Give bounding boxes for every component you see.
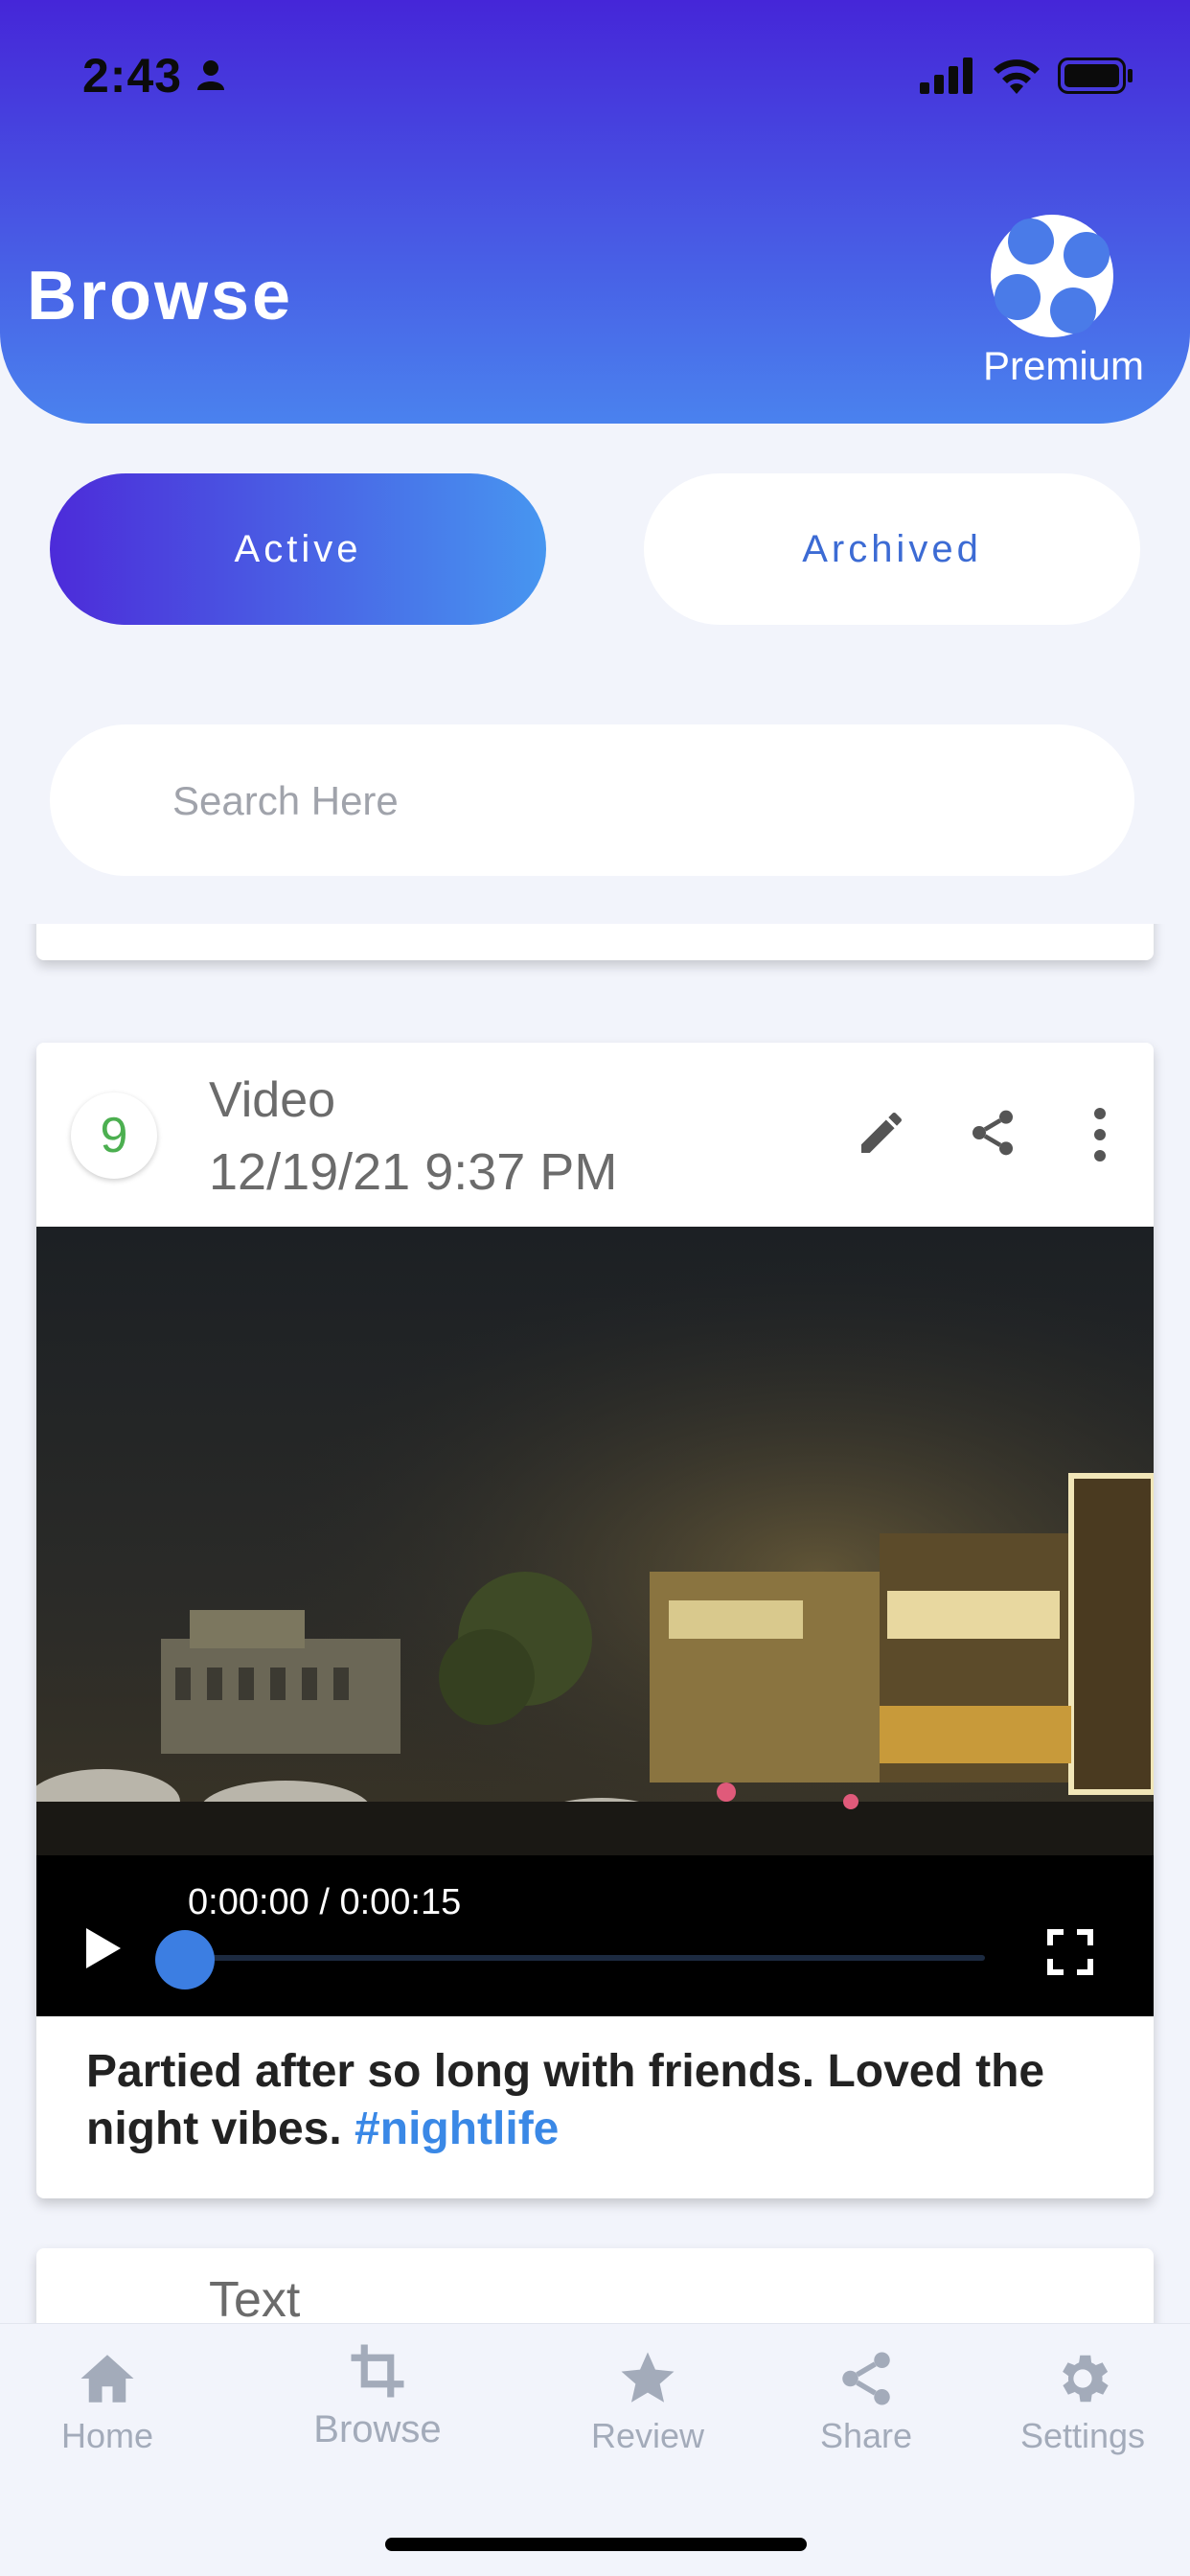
wifi-icon xyxy=(994,59,1040,94)
entry-card-previous[interactable] xyxy=(36,924,1154,960)
tab-share[interactable]: Share xyxy=(761,2347,972,2456)
page-title: Browse xyxy=(27,258,294,334)
battery-icon xyxy=(1058,58,1133,94)
tab-review-label: Review xyxy=(590,2416,705,2455)
star-icon xyxy=(621,2352,675,2403)
signal-icon xyxy=(920,58,973,94)
home-icon xyxy=(80,2355,134,2403)
tab-browse[interactable]: Browse xyxy=(272,2339,483,2451)
video-player[interactable]: 0:00:00 / 0:00:15 xyxy=(36,1227,1154,2016)
entry-feed[interactable]: 9 Video 12/19/21 9:37 PM 0:00:00 / 0:00:… xyxy=(0,924,1190,2323)
tab-home-label: Home xyxy=(60,2416,154,2455)
video-controls: 0:00:00 / 0:00:15 xyxy=(36,1855,1154,2016)
video-time-readout: 0:00:00 / 0:00:15 xyxy=(188,1882,462,1922)
crop-icon xyxy=(351,2344,404,2398)
seek-handle[interactable] xyxy=(155,1930,215,1990)
search-input[interactable] xyxy=(172,772,1035,830)
entry-number-badge: 9 xyxy=(71,1092,157,1179)
tab-review[interactable]: Review xyxy=(542,2347,753,2456)
person-icon xyxy=(197,60,224,90)
more-vertical-icon[interactable] xyxy=(1087,1106,1113,1163)
edit-icon[interactable] xyxy=(855,1106,908,1160)
play-icon[interactable] xyxy=(82,1924,125,1972)
tab-archived[interactable]: Archived xyxy=(644,473,1140,625)
share-icon[interactable] xyxy=(966,1106,1019,1160)
entry-caption: Partied after so long with friends. Love… xyxy=(86,2043,1111,2158)
gear-icon xyxy=(1063,2355,1109,2403)
entry-type: Video xyxy=(209,1072,336,1128)
share-icon xyxy=(842,2352,890,2405)
tab-home[interactable]: Home xyxy=(2,2347,213,2456)
tab-settings[interactable]: Settings xyxy=(977,2347,1188,2456)
hashtag-link[interactable]: #nightlife xyxy=(355,2104,559,2154)
premium-label[interactable]: Premium xyxy=(983,343,1144,389)
tab-settings-label: Settings xyxy=(1019,2416,1146,2455)
tab-browse-label: Browse xyxy=(313,2408,442,2450)
seek-track[interactable] xyxy=(180,1955,985,1961)
app-logo-icon xyxy=(991,215,1113,337)
entry-type: Text xyxy=(209,2272,301,2323)
home-indicator xyxy=(385,2538,807,2551)
caption-text: Partied after so long with friends. Love… xyxy=(86,2046,1045,2154)
entry-card[interactable]: 9 Video 12/19/21 9:37 PM 0:00:00 / 0:00:… xyxy=(36,1043,1154,2198)
video-thumbnail xyxy=(36,1227,1154,1855)
entry-card-next[interactable]: Text xyxy=(36,2248,1154,2323)
header: 2:43 Browse Premium xyxy=(0,0,1190,424)
tab-share-label: Share xyxy=(819,2416,913,2455)
search-bar xyxy=(50,724,1134,876)
status-time: 2:43 xyxy=(82,49,183,103)
tab-active[interactable]: Active xyxy=(50,473,546,625)
fullscreen-icon[interactable] xyxy=(1046,1928,1094,1976)
entry-date: 12/19/21 9:37 PM xyxy=(209,1143,618,1201)
